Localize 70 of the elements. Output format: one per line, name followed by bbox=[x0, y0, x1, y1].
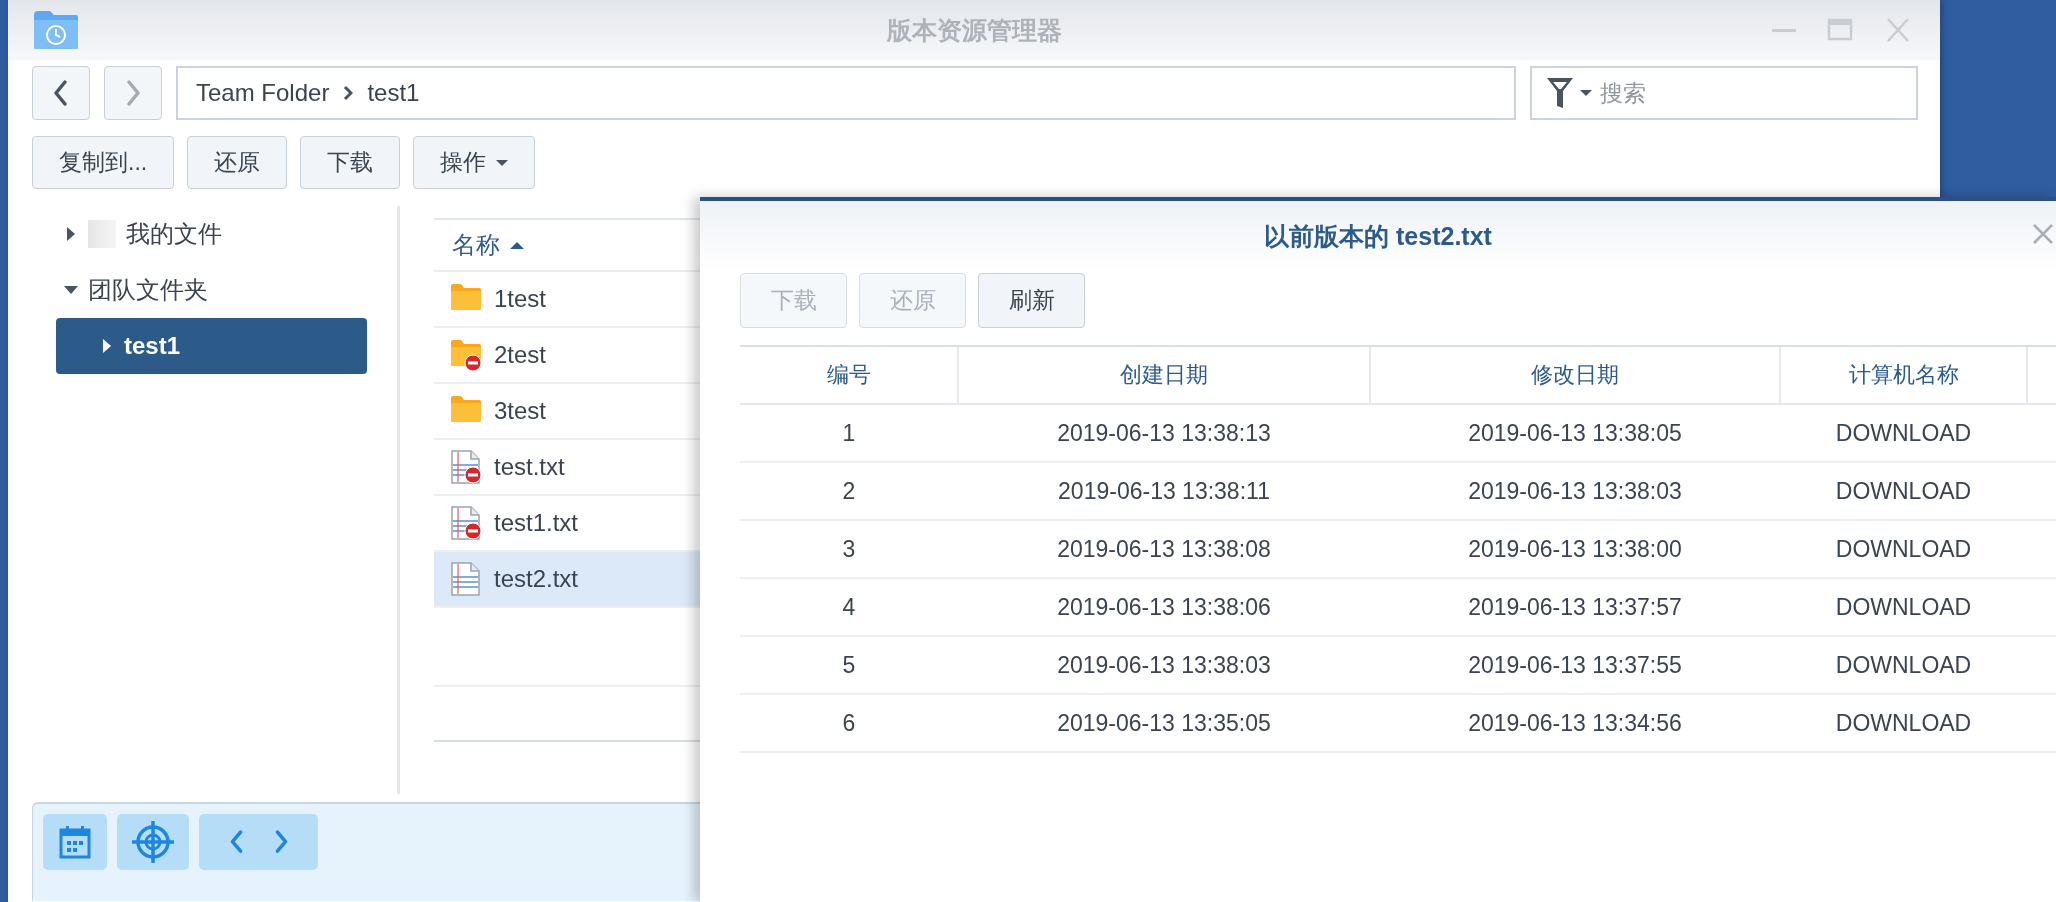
window-title: 版本资源管理器 bbox=[886, 14, 1062, 46]
minimize-icon bbox=[1772, 28, 1796, 32]
tree-item[interactable]: test1 bbox=[56, 318, 367, 374]
avatar-placeholder bbox=[88, 220, 116, 248]
table-cell: 3 bbox=[740, 520, 958, 578]
tree-item[interactable]: 团队文件夹 bbox=[8, 262, 397, 318]
tree-item-label: 我的文件 bbox=[126, 219, 222, 249]
file-name: test1.txt bbox=[494, 509, 579, 537]
close-icon bbox=[2032, 223, 2054, 245]
table-cell: 5 bbox=[740, 636, 958, 694]
dialog-button[interactable]: 刷新 bbox=[978, 273, 1085, 328]
search-field[interactable]: 搜索 bbox=[1530, 66, 1918, 120]
toolbar-button[interactable]: 下载 bbox=[300, 136, 401, 189]
table-cell: 6 bbox=[740, 694, 958, 752]
close-icon bbox=[1884, 17, 1912, 43]
maximize-icon bbox=[1826, 17, 1854, 43]
dialog-title: 以前版本的 test2.txt bbox=[1264, 220, 1492, 252]
table-cell: 1 bbox=[740, 404, 958, 462]
file-name: 1test bbox=[494, 285, 547, 313]
filter-icon bbox=[1546, 76, 1574, 110]
breadcrumb-item[interactable]: Team Folder bbox=[196, 79, 330, 107]
table-cell: 2019-06-13 13:35:05 bbox=[958, 694, 1370, 752]
file-name: 3test bbox=[494, 397, 547, 425]
table-cell: 2019-06-13 13:34:56 bbox=[1370, 694, 1780, 752]
locate-button[interactable] bbox=[117, 814, 189, 870]
table-cell: DOWNLOAD bbox=[1780, 520, 2027, 578]
toolbar-button[interactable]: 还原 bbox=[187, 136, 288, 189]
table-cell: 2019-06-13 13:38:06 bbox=[958, 578, 1370, 636]
table-cell: 2019-06-13 13:38:13 bbox=[958, 404, 1370, 462]
file-name: test.txt bbox=[494, 453, 565, 481]
file-name: 2test bbox=[494, 341, 547, 369]
column-header[interactable]: 编号 bbox=[740, 346, 958, 404]
tree-item-label: test1 bbox=[124, 332, 181, 360]
table-cell: 2019-06-13 13:38:03 bbox=[958, 636, 1370, 694]
table-cell: 2019-06-13 13:38:05 bbox=[1370, 404, 1780, 462]
table-cell: 2019-06-13 13:38:03 bbox=[1370, 462, 1780, 520]
back-button[interactable] bbox=[32, 66, 90, 120]
close-button[interactable] bbox=[2032, 223, 2054, 245]
table-cell: DOWNLOAD bbox=[1780, 636, 2027, 694]
table-cell: 2019-06-13 13:38:08 bbox=[958, 520, 1370, 578]
menu-button[interactable]: 操作 bbox=[413, 136, 536, 189]
table-cell: 2019-06-13 13:37:57 bbox=[1370, 578, 1780, 636]
tree-item-label: 团队文件夹 bbox=[88, 275, 208, 305]
chevron-right-icon bbox=[343, 85, 354, 101]
calendar-button[interactable] bbox=[43, 814, 107, 870]
table-cell: DOWNLOAD bbox=[1780, 462, 2027, 520]
breadcrumb-item[interactable]: test1 bbox=[367, 79, 420, 107]
toolbar-button[interactable]: 复制到... bbox=[32, 136, 175, 189]
calendar-icon bbox=[57, 824, 93, 860]
table-cell: DOWNLOAD bbox=[1780, 578, 2027, 636]
forward-button[interactable] bbox=[104, 66, 162, 120]
column-header[interactable]: 名称 bbox=[452, 229, 500, 261]
path-field[interactable]: Team Folder test1 bbox=[176, 66, 1516, 120]
search-input[interactable]: 搜索 bbox=[1598, 78, 1842, 108]
column-header[interactable]: 修改日期 bbox=[1370, 346, 1780, 404]
column-header[interactable]: 创建日期 bbox=[958, 346, 1370, 404]
table-cell: 2019-06-13 13:38:11 bbox=[958, 462, 1370, 520]
table-cell: DOWNLOAD bbox=[1780, 404, 2027, 462]
table-cell: 2019-06-13 13:37:55 bbox=[1370, 636, 1780, 694]
crosshair-icon bbox=[131, 820, 175, 864]
file-name: test2.txt bbox=[494, 565, 579, 593]
table-cell: 2 bbox=[740, 462, 958, 520]
app-folder-clock-icon bbox=[32, 9, 80, 51]
table-cell: 2019-06-13 13:38:00 bbox=[1370, 520, 1780, 578]
table-cell: 4 bbox=[740, 578, 958, 636]
caret-down-icon bbox=[1580, 89, 1592, 97]
tree-item[interactable]: 我的文件 bbox=[8, 206, 397, 262]
column-header[interactable]: 计算机名称 bbox=[1780, 346, 2027, 404]
table-cell: DOWNLOAD bbox=[1780, 694, 2027, 752]
caret-down-icon bbox=[496, 158, 509, 167]
